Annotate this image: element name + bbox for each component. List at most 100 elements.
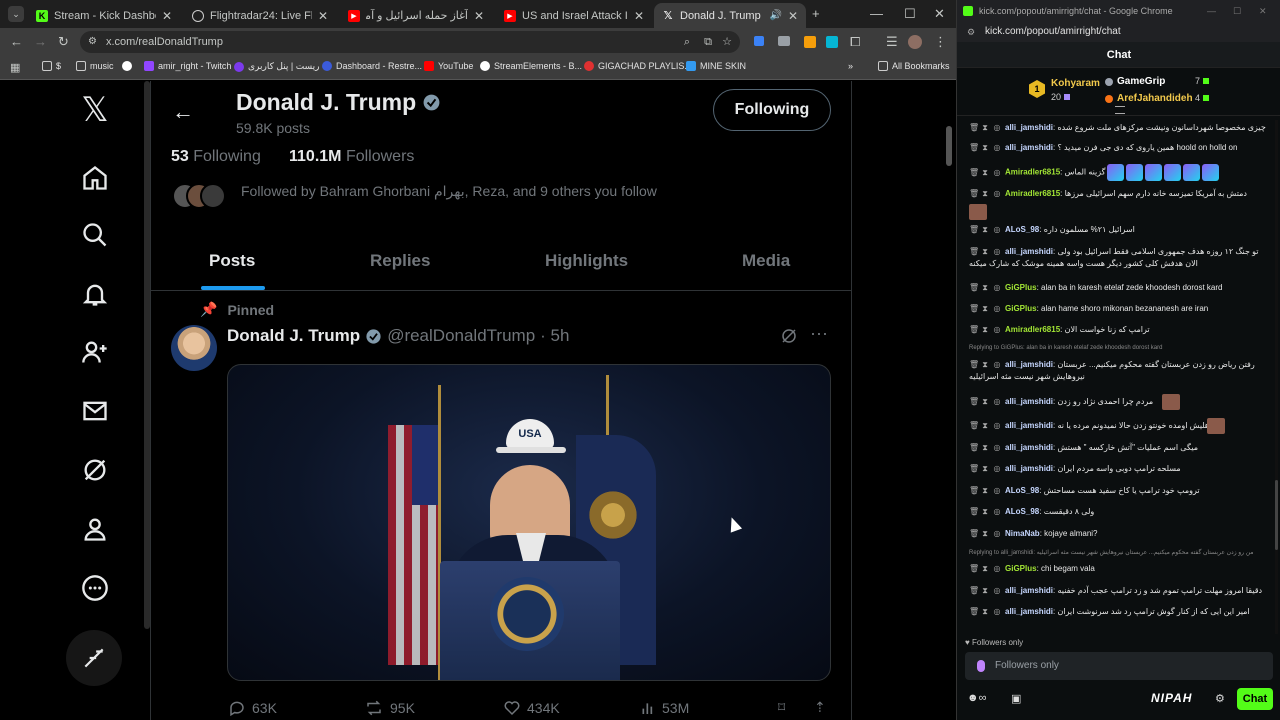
bookmark-item[interactable]: MINE SKIN <box>686 61 746 71</box>
chat-username[interactable]: alli_jamshidi <box>1005 247 1053 256</box>
timeout-icon[interactable]: ⧗ <box>981 396 989 407</box>
maximize-icon[interactable]: ☐ <box>904 6 916 22</box>
badge-icon[interactable]: ◎ <box>993 485 1001 496</box>
bookmark-item[interactable]: ریست | پنل کاربری <box>234 61 319 72</box>
minimize-icon[interactable]: — <box>1207 0 1216 22</box>
new-tab-icon[interactable]: + <box>812 6 820 22</box>
chat-username[interactable]: Amiradler6815 <box>1005 189 1060 198</box>
chat-username[interactable]: alli_jamshidi <box>1005 143 1053 152</box>
back-arrow-icon[interactable]: ← <box>172 99 194 125</box>
post-author-name[interactable]: Donald J. Trump <box>227 326 360 346</box>
profile-avatar[interactable] <box>908 35 922 49</box>
chat-username[interactable]: NimaNab <box>1005 529 1040 538</box>
x-logo-icon[interactable]: 𝕏 <box>80 91 110 129</box>
zoom-icon[interactable]: ⌕ <box>684 31 690 53</box>
chat-username[interactable]: ALoS_98 <box>1005 225 1039 234</box>
post-time[interactable]: · 5h <box>540 326 569 346</box>
menu-kebab-icon[interactable]: ⋮ <box>934 34 947 50</box>
tab-flightradar[interactable]: Flightradar24: Live Flight Track ✕ <box>184 3 336 28</box>
badge-icon[interactable]: ◎ <box>993 359 1001 370</box>
bookmark-item[interactable]: $ <box>42 61 61 71</box>
speaker-icon[interactable]: 🔊 <box>769 10 781 21</box>
timeout-icon[interactable]: ⧗ <box>981 142 989 153</box>
trash-icon[interactable]: 🗑 <box>969 142 979 153</box>
forward-icon[interactable]: → <box>34 34 47 50</box>
badge-icon[interactable]: ◎ <box>993 463 1001 474</box>
reading-list-icon[interactable]: ☰ <box>886 34 898 50</box>
home-icon[interactable] <box>80 163 110 193</box>
settings-gear-icon[interactable]: ⚙ <box>1215 692 1225 705</box>
timeout-icon[interactable]: ⧗ <box>981 167 989 178</box>
page-scrollbar[interactable] <box>946 126 952 166</box>
trash-icon[interactable]: 🗑 <box>969 442 979 453</box>
chat-username[interactable]: Amiradler6815 <box>1005 325 1060 334</box>
leaderboard-user[interactable]: ArefJahandideh <box>1105 93 1193 104</box>
timeout-icon[interactable]: ⧗ <box>981 324 989 335</box>
chat-username[interactable]: Amiradler6815 <box>1005 168 1060 177</box>
tab-youtube-persian[interactable]: ▶ آغاز حمله اسرائیل و آمریکا به جم ✕ <box>340 3 492 28</box>
site-info-icon[interactable]: ⚙ <box>88 31 97 53</box>
bookmark-item[interactable]: Dashboard - Restre... <box>322 61 422 71</box>
tab-kick-dashboard[interactable]: K Stream - Kick Dashboard ✕ <box>28 3 180 28</box>
timeout-icon[interactable]: ⧗ <box>981 246 989 257</box>
timeout-icon[interactable]: ⧗ <box>981 528 989 539</box>
badge-icon[interactable]: ◎ <box>993 442 1001 453</box>
badge-icon[interactable]: ◎ <box>993 585 1001 596</box>
bookmark-item[interactable]: amir_right - Twitch <box>144 61 231 71</box>
trash-icon[interactable]: 🗑 <box>969 122 979 133</box>
maximize-icon[interactable]: ☐ <box>1233 0 1241 22</box>
timeout-icon[interactable]: ⧗ <box>981 485 989 496</box>
search-icon[interactable] <box>80 220 110 250</box>
badge-icon[interactable]: ◎ <box>993 563 1001 574</box>
tab-x-trump[interactable]: 𝕏 Donald J. Trump (@realDo 🔊 ✕ <box>654 3 806 28</box>
grok-icon[interactable] <box>80 455 110 485</box>
trash-icon[interactable]: 🗑 <box>969 396 979 407</box>
trash-icon[interactable]: 🗑 <box>969 324 979 335</box>
repost-action[interactable]: 95K <box>364 699 415 717</box>
badge-icon[interactable]: ◎ <box>993 506 1001 517</box>
trash-icon[interactable]: 🗑 <box>969 167 979 178</box>
more-options-icon[interactable]: ··· <box>810 323 828 344</box>
timeout-icon[interactable]: ⧗ <box>981 122 989 133</box>
bookmark-item[interactable]: YouTube <box>424 61 473 71</box>
pin-toggle-icon[interactable] <box>1115 106 1125 114</box>
tab-posts[interactable]: Posts <box>209 251 255 271</box>
timeout-icon[interactable]: ⧗ <box>981 585 989 596</box>
followed-by-text[interactable]: Followed by Bahram Ghorbani بهرام, Reza,… <box>241 183 657 200</box>
timeout-icon[interactable]: ⧗ <box>981 188 989 199</box>
chat-username[interactable]: alli_jamshidi <box>1005 464 1053 473</box>
bookmark-item[interactable] <box>122 61 132 71</box>
bookmark-item[interactable]: StreamElements - B... <box>480 61 582 71</box>
timeout-icon[interactable]: ⧗ <box>981 224 989 235</box>
tab-media[interactable]: Media <box>742 251 790 271</box>
reload-icon[interactable]: ↻ <box>58 34 69 50</box>
timeout-icon[interactable]: ⧗ <box>981 463 989 474</box>
reply-action[interactable]: 63K <box>228 699 277 717</box>
notifications-bell-icon[interactable] <box>80 279 110 309</box>
cast-icon[interactable]: ⧉ <box>704 31 712 53</box>
timeout-icon[interactable]: ⧗ <box>981 420 989 431</box>
badge-icon[interactable]: ◎ <box>993 396 1001 407</box>
badge-icon[interactable]: ◎ <box>993 167 1001 178</box>
badge-icon[interactable]: ◎ <box>993 420 1001 431</box>
bookmark-item[interactable]: music <box>76 61 114 71</box>
apps-grid-icon[interactable]: ▦ <box>10 60 20 76</box>
badge-icon[interactable]: ◎ <box>993 303 1001 314</box>
chat-username[interactable]: alli_jamshidi <box>1005 421 1053 430</box>
badge-icon[interactable]: ◎ <box>993 224 1001 235</box>
window-close-icon[interactable]: ✕ <box>934 6 945 22</box>
chat-username[interactable]: ALoS_98 <box>1005 507 1039 516</box>
all-bookmarks[interactable]: All Bookmarks <box>878 61 950 71</box>
post-image[interactable]: USA <box>227 364 831 681</box>
leaderboard-user[interactable]: Kohyaram <box>1051 78 1100 89</box>
extension-icon[interactable] <box>804 36 816 48</box>
like-action[interactable]: 434K <box>503 699 560 717</box>
profile-person-icon[interactable] <box>80 514 110 544</box>
follow-person-plus-icon[interactable] <box>80 337 110 367</box>
extension-icon[interactable] <box>826 36 838 48</box>
trash-icon[interactable]: 🗑 <box>969 606 979 617</box>
author-avatar[interactable] <box>171 325 217 371</box>
emotes-icon[interactable]: ☻∞ <box>967 692 986 704</box>
puzzle-icon[interactable]: ⧠ <box>850 34 860 50</box>
grok-explain-icon[interactable] <box>780 327 798 350</box>
